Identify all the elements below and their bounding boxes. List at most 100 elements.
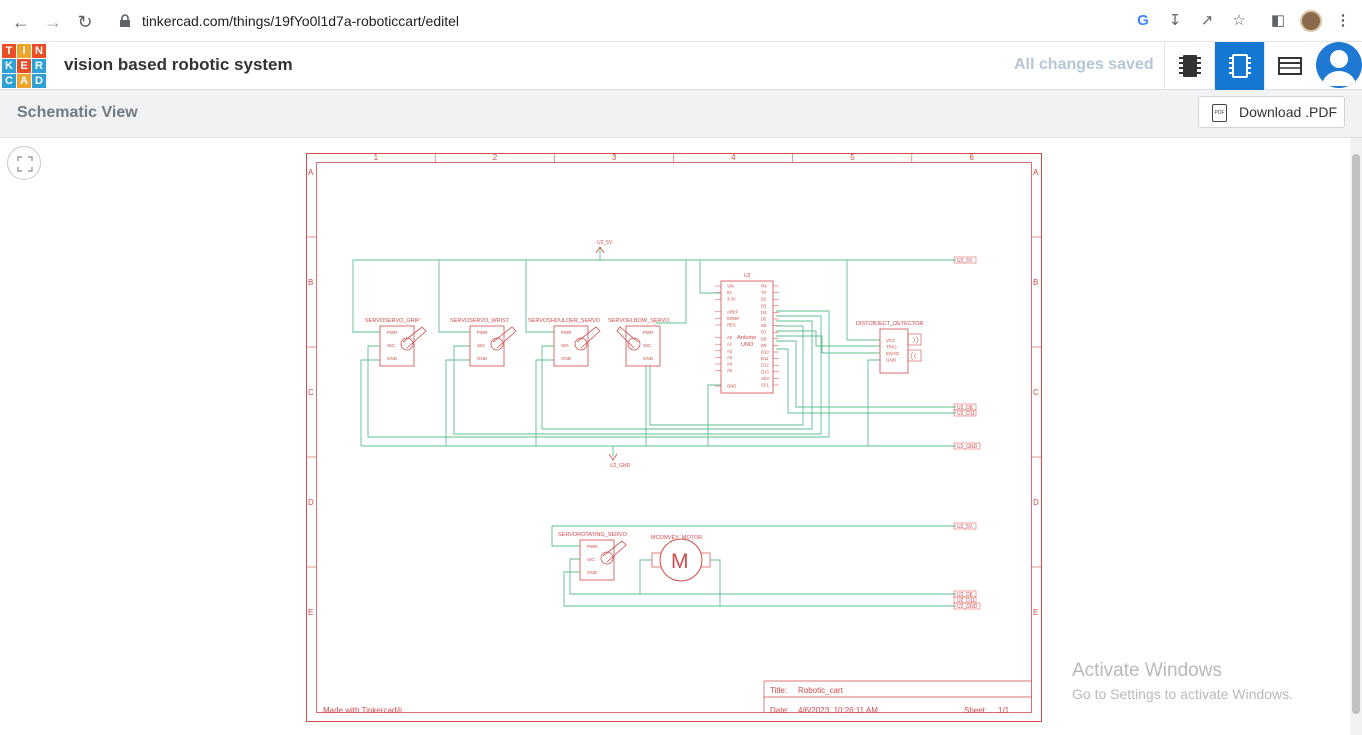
view-title: Schematic View	[17, 104, 138, 121]
user-icon	[1322, 50, 1356, 86]
schematic-view-button[interactable]	[1214, 42, 1264, 90]
row-label-left: A	[308, 168, 314, 177]
lock-icon	[120, 14, 130, 27]
made-with: Made with Tinkercad®	[323, 706, 402, 715]
servo-group[interactable]: SERVOSERVO_GRIPPWRSIGGNDSERVOSERVO_WRIST…	[365, 318, 670, 367]
uno-right-pin: D2	[761, 297, 767, 302]
arduino-uno[interactable]: U2 Arduino UNO VIN5V 3.3V AREF IOREF RES A0 A1…	[715, 273, 779, 394]
rotating-servo[interactable]: SERVOROTATING_SERVO PWR SIG GND	[558, 532, 628, 581]
sheet-value: 1/1	[998, 706, 1010, 715]
fullscreen-icon	[17, 156, 33, 172]
uno-left-pin: A1	[727, 342, 733, 347]
download-pdf-button[interactable]: PDF Download .PDF	[1198, 96, 1345, 128]
servo-pin-label: SIG	[387, 343, 395, 348]
row-label-right: C	[1033, 388, 1039, 397]
share-icon[interactable]: ↗	[1197, 11, 1217, 31]
uno-left-pin: 3.3V	[727, 297, 736, 302]
address-bar[interactable]: tinkercad.com/things/19fYo0l1d7a-robotic…	[106, 5, 1262, 38]
uno-left-pin: VIN	[727, 284, 734, 289]
wire-grip-gnd	[360, 359, 380, 446]
star-icon[interactable]: ☆	[1229, 11, 1249, 31]
servo-pin-label: PWR	[561, 330, 572, 335]
uno-right-pin: D3	[761, 303, 767, 308]
servo-pin-label: PWR	[643, 330, 654, 335]
servo-2[interactable]: SERVOSERVO_WRIST PWR SIG GND	[450, 318, 517, 367]
scroll-thumb[interactable]	[1352, 154, 1360, 714]
servo-pin-label: PWR	[477, 330, 488, 335]
tinkercad-logo[interactable]: T I N K E R C A D	[2, 44, 46, 88]
user-avatar[interactable]	[1316, 42, 1362, 88]
col-label-top: 3	[612, 153, 617, 162]
vertical-scrollbar[interactable]	[1350, 138, 1362, 735]
col-label-top: 6	[969, 153, 974, 162]
sheet-label: Sheet:	[964, 706, 987, 715]
motor-symbol: M	[671, 550, 689, 573]
wire-rot-gnd	[563, 571, 956, 607]
forward-icon[interactable]: →	[42, 11, 64, 33]
reload-icon[interactable]: ↻	[74, 11, 96, 33]
uno-right-pin: D7	[761, 330, 767, 335]
sensor-pin-label: VCC	[886, 338, 896, 343]
wire-sensor-vcc	[846, 260, 880, 341]
profile-avatar[interactable]	[1300, 10, 1322, 32]
windows-activation-watermark: Activate Windows Go to Settings to activ…	[1072, 660, 1293, 702]
wire-elbow-gnd	[645, 359, 656, 446]
servo-name: SERVOSHOULDER_SERVO	[528, 318, 601, 324]
row-label-right: A	[1033, 168, 1039, 177]
wire-trig	[776, 330, 880, 347]
servo-4[interactable]: SERVOELBOW_SERVO PWR SIG GND	[608, 318, 670, 367]
wire-echo	[776, 335, 880, 354]
servo-3[interactable]: SERVOSHOULDER_SERVO PWR SIG GND	[528, 318, 601, 367]
row-label-right: E	[1033, 608, 1038, 617]
component-list-button[interactable]	[1264, 42, 1314, 90]
servo-pin-label: GND	[587, 570, 598, 575]
list-icon	[1278, 57, 1302, 75]
back-icon[interactable]: ←	[10, 11, 32, 33]
schematic-icon	[1229, 54, 1251, 78]
uno-right-pin: D4	[761, 310, 767, 315]
sheet-inner-frame	[316, 162, 1032, 713]
servo-pin-label: GND	[477, 356, 488, 361]
uno-left-pin: AREF	[727, 309, 739, 314]
title-block: Title: Robotic_cart Date: 4/6/2023, 10:2…	[323, 680, 1032, 715]
sensor-pin-label: GND	[886, 358, 897, 363]
uno-right-pin: D12	[761, 363, 769, 368]
fit-to-view-button[interactable]	[7, 146, 41, 180]
schematic-sheet[interactable]: 1 2 3 4 5 6A AB BC CD DE E U2_5V U2_GND …	[306, 153, 1042, 722]
wire-rot-sig	[569, 558, 956, 595]
servo-name: SERVOROTATING_SERVO	[558, 532, 628, 538]
uno-left-pin: A0	[727, 335, 733, 340]
menu-dots-icon[interactable]: ⋮	[1333, 11, 1353, 31]
uno-right-pin: D11	[761, 356, 769, 361]
google-icon[interactable]: G	[1133, 11, 1153, 31]
col-label-top: 4	[731, 153, 736, 162]
wire-motor-l	[639, 559, 652, 594]
col-label-top: 2	[493, 153, 498, 162]
browser-toolbar: ← → ↻ tinkercad.com/things/19fYo0l1d7a-r…	[0, 0, 1362, 42]
uno-left-pin: A5	[727, 368, 733, 373]
row-label-left: E	[308, 608, 313, 617]
uno-right-pin: D9	[761, 343, 767, 348]
row-label-left: B	[308, 278, 313, 287]
row-label-right: D	[1033, 498, 1039, 507]
circuit-view-button[interactable]	[1164, 42, 1214, 90]
sheet-outer-frame	[306, 153, 1042, 722]
wire-motor-r	[710, 559, 721, 606]
side-panel-icon[interactable]: ◧	[1268, 11, 1288, 31]
wire-sensor-gnd	[867, 359, 880, 446]
arduino-label-1: Arduino	[737, 335, 756, 341]
wire-shoulder-gnd	[535, 359, 554, 446]
distance-sensor[interactable]: DISTOBJECT_DETECTOR VCC TRIGECHO GND	[856, 321, 923, 374]
install-icon[interactable]: ↧	[1165, 11, 1185, 31]
uno-left-pin: IOREF	[727, 316, 740, 321]
wire-elbow-pwr	[656, 260, 687, 324]
uno-right-pin: D6	[761, 323, 767, 328]
servo-1[interactable]: SERVOSERVO_GRIP PWR SIG GND	[365, 318, 427, 367]
uno-left-pin: RES	[727, 323, 736, 328]
project-title[interactable]: vision based robotic system	[64, 55, 293, 75]
row-label-left: D	[308, 498, 314, 507]
arduino-ref: U2	[744, 273, 751, 279]
conveyor-motor[interactable]: MCONVEY_MOTOR M	[651, 535, 711, 582]
servo-pin-label: GND	[387, 356, 398, 361]
uno-right-pin: TX	[761, 290, 767, 295]
